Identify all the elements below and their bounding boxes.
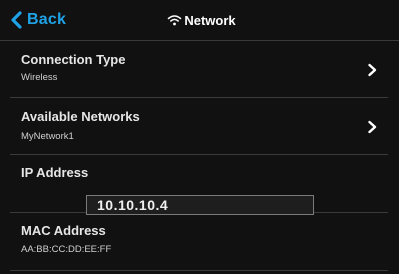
mac-address-label: MAC Address	[21, 223, 106, 238]
available-networks-row[interactable]: Available Networks MyNetwork1	[10, 98, 388, 155]
connection-type-value: Wireless	[21, 72, 58, 83]
header-bar: Back Network	[0, 0, 399, 41]
chevron-right-icon	[368, 120, 377, 134]
chevron-right-icon	[368, 63, 377, 77]
mac-address-value: AA:BB:CC:DD:EE:FF	[21, 244, 112, 255]
ip-address-row: IP Address	[10, 155, 388, 215]
ip-address-input[interactable]	[86, 195, 314, 215]
wifi-icon	[168, 15, 182, 26]
connection-type-row[interactable]: Connection Type Wireless	[10, 41, 388, 98]
ip-address-label: IP Address	[21, 165, 89, 180]
page-title-label: Network	[184, 12, 236, 28]
mac-address-row: MAC Address AA:BB:CC:DD:EE:FF	[10, 213, 388, 271]
connection-type-label: Connection Type	[21, 52, 126, 67]
network-settings-screen: Back Network Connection Type Wireless Av…	[0, 0, 399, 274]
page-title: Network	[0, 10, 399, 30]
available-networks-label: Available Networks	[21, 109, 140, 124]
available-networks-value: MyNetwork1	[21, 131, 74, 142]
